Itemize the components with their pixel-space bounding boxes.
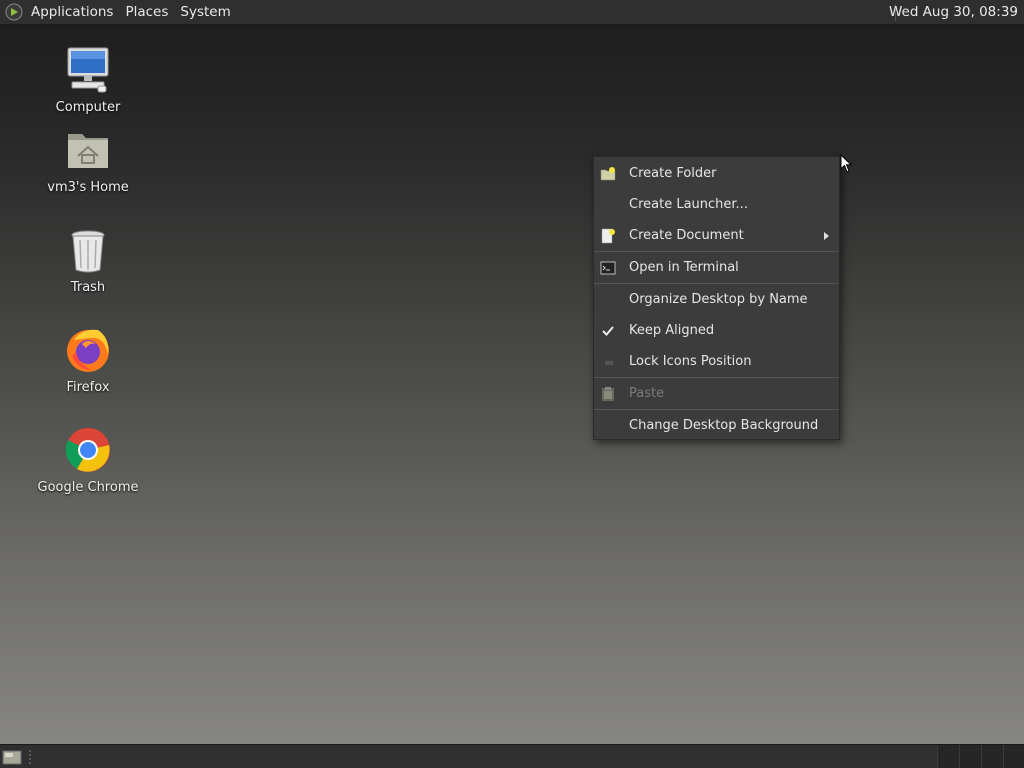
paste-icon xyxy=(602,387,614,401)
computer-icon xyxy=(67,47,109,93)
desktop-icon-chrome[interactable]: Google Chrome xyxy=(28,426,148,495)
menu-item-open-terminal[interactable]: Open in Terminal xyxy=(594,253,839,283)
clock[interactable]: Wed Aug 30, 08:39 xyxy=(883,0,1024,25)
menu-item-label: Create Folder xyxy=(629,166,717,181)
firefox-icon xyxy=(67,329,109,372)
menu-item-label: Open in Terminal xyxy=(629,260,739,275)
menu-item-create-document[interactable]: Create Document xyxy=(594,221,839,251)
menu-item-label: Change Desktop Background xyxy=(629,418,819,433)
unchecked-box-icon xyxy=(605,361,613,365)
menu-separator xyxy=(594,377,839,378)
mouse-cursor-icon xyxy=(840,154,852,173)
menu-item-label: Lock Icons Position xyxy=(629,354,752,369)
desktop-context-menu: Create Folder Create Launcher... Create … xyxy=(593,156,840,440)
menu-item-create-folder[interactable]: Create Folder xyxy=(594,159,839,189)
new-folder-icon xyxy=(600,167,616,181)
desktop-icon-home[interactable]: vm3's Home xyxy=(28,126,148,195)
menu-system[interactable]: System xyxy=(174,0,236,25)
new-document-icon xyxy=(601,228,615,244)
menu-item-change-background[interactable]: Change Desktop Background xyxy=(594,411,839,441)
desktop-icon-label: Google Chrome xyxy=(37,480,139,495)
terminal-icon xyxy=(600,261,616,275)
menu-item-organize-by-name[interactable]: Organize Desktop by Name xyxy=(594,285,839,315)
show-desktop-icon[interactable] xyxy=(2,748,22,766)
applications-logo-icon[interactable] xyxy=(5,3,23,21)
workspace-4[interactable] xyxy=(1003,745,1024,768)
desktop-icon-label: Firefox xyxy=(66,380,110,395)
desktop-icon-computer[interactable]: Computer xyxy=(28,46,148,115)
workspace-3[interactable] xyxy=(981,745,1003,768)
desktop-icon-label: Computer xyxy=(55,100,121,115)
menu-places[interactable]: Places xyxy=(119,0,174,25)
menu-item-label: Create Launcher... xyxy=(629,197,748,212)
panel-grip-handle[interactable] xyxy=(28,749,32,765)
menu-separator xyxy=(594,251,839,252)
workspace-2[interactable] xyxy=(959,745,981,768)
menu-separator xyxy=(594,409,839,410)
desktop-icon-firefox[interactable]: Firefox xyxy=(28,326,148,395)
workspace-1[interactable] xyxy=(937,745,959,768)
desktop-icon-label: vm3's Home xyxy=(47,180,129,195)
menu-item-label: Organize Desktop by Name xyxy=(629,292,808,307)
desktop-icon-trash[interactable]: Trash xyxy=(28,226,148,295)
desktop-icon-label: Trash xyxy=(70,280,106,295)
menu-separator xyxy=(594,283,839,284)
home-folder-icon xyxy=(68,134,108,168)
menu-applications[interactable]: Applications xyxy=(25,0,119,25)
bottom-panel xyxy=(0,744,1024,768)
top-panel: Applications Places System Wed Aug 30, 0… xyxy=(0,0,1024,25)
menu-item-label: Paste xyxy=(629,386,665,401)
menu-item-create-launcher[interactable]: Create Launcher... xyxy=(594,190,839,220)
menu-item-keep-aligned[interactable]: Keep Aligned xyxy=(594,316,839,346)
menu-item-lock-icons-position[interactable]: Lock Icons Position xyxy=(594,347,839,377)
submenu-arrow-icon xyxy=(824,232,829,240)
trash-icon xyxy=(71,230,105,273)
menu-item-paste: Paste xyxy=(594,379,839,409)
chrome-icon xyxy=(65,428,110,472)
checkmark-icon xyxy=(602,326,614,336)
menu-item-label: Create Document xyxy=(629,228,744,243)
menu-item-label: Keep Aligned xyxy=(629,323,715,338)
